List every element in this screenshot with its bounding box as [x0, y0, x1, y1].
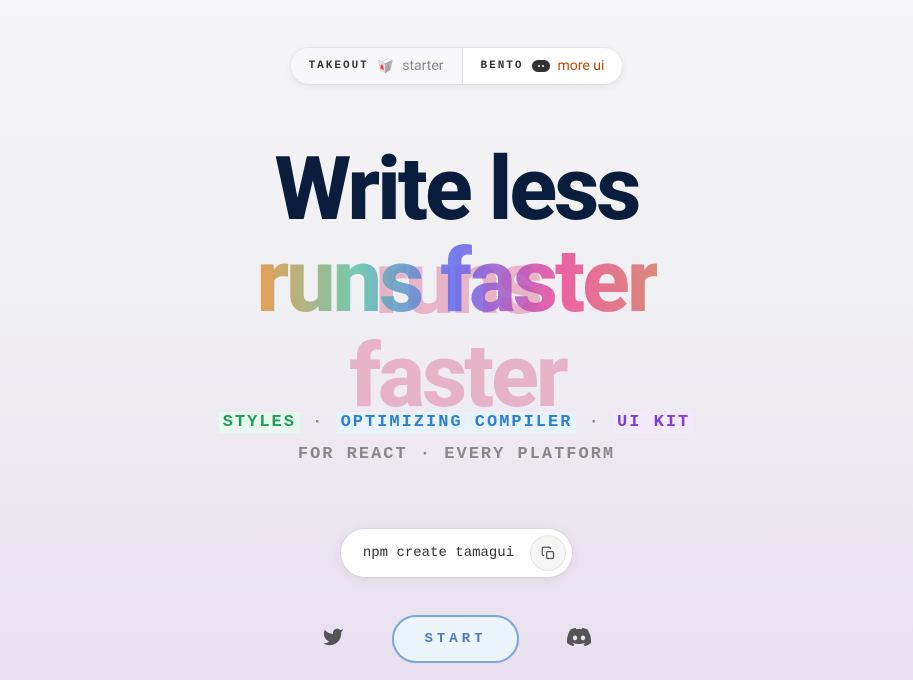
takeout-icon: 🥡	[377, 58, 394, 74]
actions-row: START	[322, 615, 590, 663]
bento-title: BENTO	[481, 60, 524, 72]
command-text: npm create tamagui	[363, 545, 514, 561]
twitter-link[interactable]	[322, 626, 344, 652]
tag-uikit[interactable]: UI KIT	[613, 412, 694, 433]
twitter-icon	[322, 626, 344, 648]
copy-button[interactable]	[530, 535, 566, 571]
discord-link[interactable]	[567, 625, 591, 653]
bento-pill[interactable]: BENTO more ui	[463, 48, 623, 84]
takeout-title: TAKEOUT	[309, 60, 369, 72]
hero-line1: Write less	[256, 144, 656, 236]
hero-heading: Write less runs faster runs faster	[256, 144, 656, 329]
copy-icon	[541, 546, 556, 561]
hero-line2: runs faster runs faster	[256, 236, 656, 328]
discord-icon	[567, 625, 591, 649]
takeout-pill[interactable]: TAKEOUT 🥡 starter	[291, 48, 463, 84]
tag-separator: ·	[312, 413, 336, 432]
takeout-sub: starter	[402, 58, 443, 74]
tag-styles[interactable]: STYLES	[219, 412, 300, 433]
start-button[interactable]: START	[392, 615, 518, 663]
bento-icon	[532, 60, 550, 72]
tagline-sub: FOR REACT · EVERY PLATFORM	[219, 439, 695, 471]
tag-compiler[interactable]: OPTIMIZING COMPILER	[337, 412, 577, 433]
bento-sub: more ui	[558, 58, 605, 74]
tag-separator: ·	[589, 413, 613, 432]
top-pill-bar: TAKEOUT 🥡 starter BENTO more ui	[291, 48, 623, 84]
tagline: STYLES · OPTIMIZING COMPILER · UI KIT FO…	[219, 407, 695, 472]
install-command: npm create tamagui	[341, 529, 572, 577]
